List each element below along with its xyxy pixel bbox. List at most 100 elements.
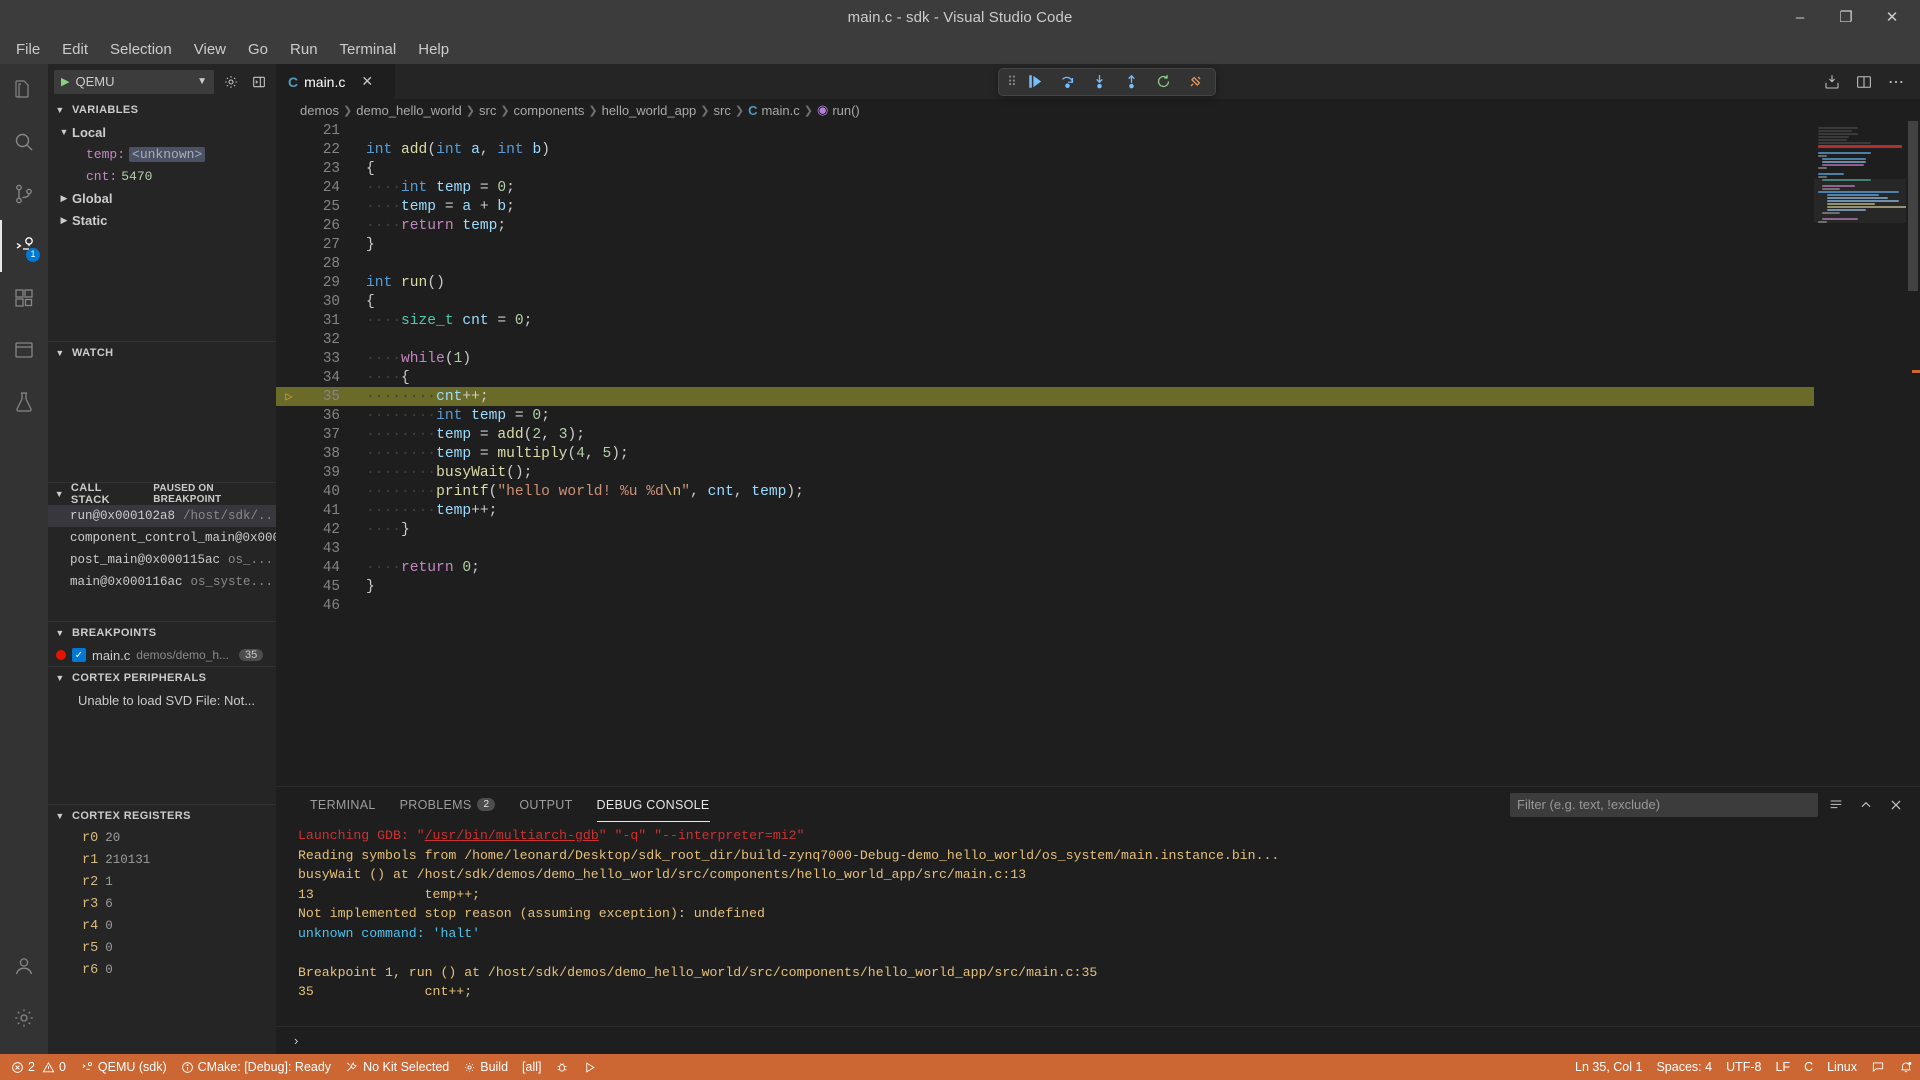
menu-edit[interactable]: Edit [52,38,98,61]
maximize-button[interactable]: ❐ [1824,0,1868,34]
register-row[interactable]: r3 6 [48,893,276,915]
menu-help[interactable]: Help [408,38,459,61]
status-debug-button[interactable] [548,1054,576,1080]
code-line[interactable]: 44 ····return 0; [276,558,1814,577]
status-build-target[interactable]: [all] [515,1054,548,1080]
split-editor-button[interactable] [1850,68,1878,96]
debug-disconnect-button[interactable] [1181,69,1211,95]
tab-problems[interactable]: PROBLEMS 2 [388,787,508,822]
activity-search[interactable] [0,116,48,168]
variable-row-temp[interactable]: temp: <unknown> [48,143,276,165]
breakpoint-item[interactable]: ✓ main.c demos/demo_h... 35 [48,644,276,666]
activity-cmake[interactable] [0,324,48,376]
status-indentation[interactable]: Spaces: 4 [1649,1054,1719,1080]
scope-static[interactable]: ▶ Static [48,209,276,231]
activity-settings[interactable] [0,992,48,1044]
drag-handle-icon[interactable]: ⠿ [1003,74,1019,90]
code-line[interactable]: 40 ········printf("hello world! %u %d\n",… [276,482,1814,501]
debug-settings-button[interactable] [220,71,242,93]
breakpoints-header[interactable]: ▼ BREAKPOINTS [48,622,276,644]
status-debug-target[interactable]: QEMU (sdk) [73,1054,174,1080]
activity-extensions[interactable] [0,272,48,324]
breadcrumb-item-symbol-run[interactable]: run() [832,103,859,118]
breadcrumb-item-src[interactable]: src [479,103,496,118]
debug-step-out-button[interactable] [1117,69,1147,95]
breadcrumb-item-demo-hello-world[interactable]: demo_hello_world [356,103,462,118]
register-row[interactable]: r0 20 [48,827,276,849]
console-link[interactable]: /usr/bin/multiarch-gdb [425,828,599,843]
breakpoint-checkbox[interactable]: ✓ [72,648,86,662]
debug-continue-button[interactable] [1021,69,1051,95]
run-cmake-debug-button[interactable] [1818,68,1846,96]
code-area[interactable]: 21 22 int add(int a, int b) 23{24 ····int te… [276,121,1814,786]
status-cursor-position[interactable]: Ln 35, Col 1 [1568,1054,1649,1080]
code-line[interactable]: 38 ········temp = multiply(4, 5); [276,444,1814,463]
status-problems[interactable]: 2 0 [4,1054,73,1080]
variable-row-cnt[interactable]: cnt: 5470 [48,165,276,187]
minimap-slider[interactable] [1814,179,1906,223]
code-line[interactable]: 29 int run() [276,273,1814,292]
status-encoding[interactable]: UTF-8 [1719,1054,1768,1080]
code-line[interactable]: 36 ········int temp = 0; [276,406,1814,425]
status-build-button[interactable]: Build [456,1054,515,1080]
register-row[interactable]: r6 0 [48,959,276,981]
code-line[interactable]: ▷ 35 ········cnt++; [276,387,1814,406]
scope-global[interactable]: ▶ Global [48,187,276,209]
code-line[interactable]: 37 ········temp = add(2, 3); [276,425,1814,444]
call-stack-frame[interactable]: run@0x000102a8 /host/sdk/... [48,505,276,527]
more-actions-button[interactable]: ⋯ [1882,68,1910,96]
status-notifications[interactable] [1892,1054,1920,1080]
menu-go[interactable]: Go [238,38,278,61]
clear-console-button[interactable] [1824,793,1848,817]
code-line[interactable]: 23 { [276,159,1814,178]
menu-selection[interactable]: Selection [100,38,182,61]
debug-console-input[interactable]: › [276,1026,1920,1054]
debug-step-over-button[interactable] [1053,69,1083,95]
call-stack-frame[interactable]: component_control_main@0x000117 [48,527,276,549]
code-line[interactable]: 42 ····} [276,520,1814,539]
breakpoint-glyph-icon[interactable]: ▷ [276,389,302,404]
code-line[interactable]: 45} [276,577,1814,596]
code-line[interactable]: 46 [276,596,1814,615]
debug-console-output[interactable]: Launching GDB: "/usr/bin/multiarch-gdb" … [276,822,1920,1026]
code-line[interactable]: 26 ····return temp; [276,216,1814,235]
code-line[interactable]: 41 ········temp++; [276,501,1814,520]
breadcrumb-item-src-2[interactable]: src [714,103,731,118]
status-feedback[interactable] [1864,1054,1892,1080]
activity-testing[interactable] [0,376,48,428]
minimap[interactable] [1814,121,1906,786]
scrollbar-thumb[interactable] [1908,121,1918,291]
menu-run[interactable]: Run [280,38,328,61]
launch-configuration-select[interactable]: ▶ QEMU ▼ [54,70,214,94]
activity-run-and-debug[interactable]: 1 [0,220,48,272]
tab-terminal[interactable]: TERMINAL [298,787,388,822]
register-row[interactable]: r5 0 [48,937,276,959]
code-line[interactable]: 32 [276,330,1814,349]
status-kit-selector[interactable]: No Kit Selected [338,1054,456,1080]
scope-local[interactable]: ▼ Local [48,121,276,143]
cortex-peripherals-header[interactable]: ▼ CORTEX PERIPHERALS [48,667,276,689]
breadcrumb-item-hello-world-app[interactable]: hello_world_app [602,103,697,118]
code-line[interactable]: 31 ····size_t cnt = 0; [276,311,1814,330]
menu-terminal[interactable]: Terminal [330,38,407,61]
code-line[interactable]: 25 ····temp = a + b; [276,197,1814,216]
filter-input[interactable] [1510,793,1818,817]
status-cmake[interactable]: CMake: [Debug]: Ready [174,1054,338,1080]
tab-output[interactable]: OUTPUT [507,787,584,822]
code-line[interactable]: 30{ [276,292,1814,311]
menu-file[interactable]: File [6,38,50,61]
code-line[interactable]: 22 int add(int a, int b) [276,140,1814,159]
activity-accounts[interactable] [0,940,48,992]
watch-header[interactable]: ▼ WATCH [48,342,276,364]
debug-step-into-button[interactable] [1085,69,1115,95]
status-eol[interactable]: LF [1768,1054,1797,1080]
minimize-button[interactable]: – [1778,0,1822,34]
code-line[interactable]: 39 ········busyWait(); [276,463,1814,482]
breadcrumb-item-components[interactable]: components [514,103,585,118]
status-language-mode[interactable]: C [1797,1054,1820,1080]
close-panel-button[interactable] [1884,793,1908,817]
code-line[interactable]: 43 [276,539,1814,558]
tab-debug-console[interactable]: DEBUG CONSOLE [585,787,722,822]
open-debug-console-button[interactable] [248,71,270,93]
maximize-panel-button[interactable] [1854,793,1878,817]
